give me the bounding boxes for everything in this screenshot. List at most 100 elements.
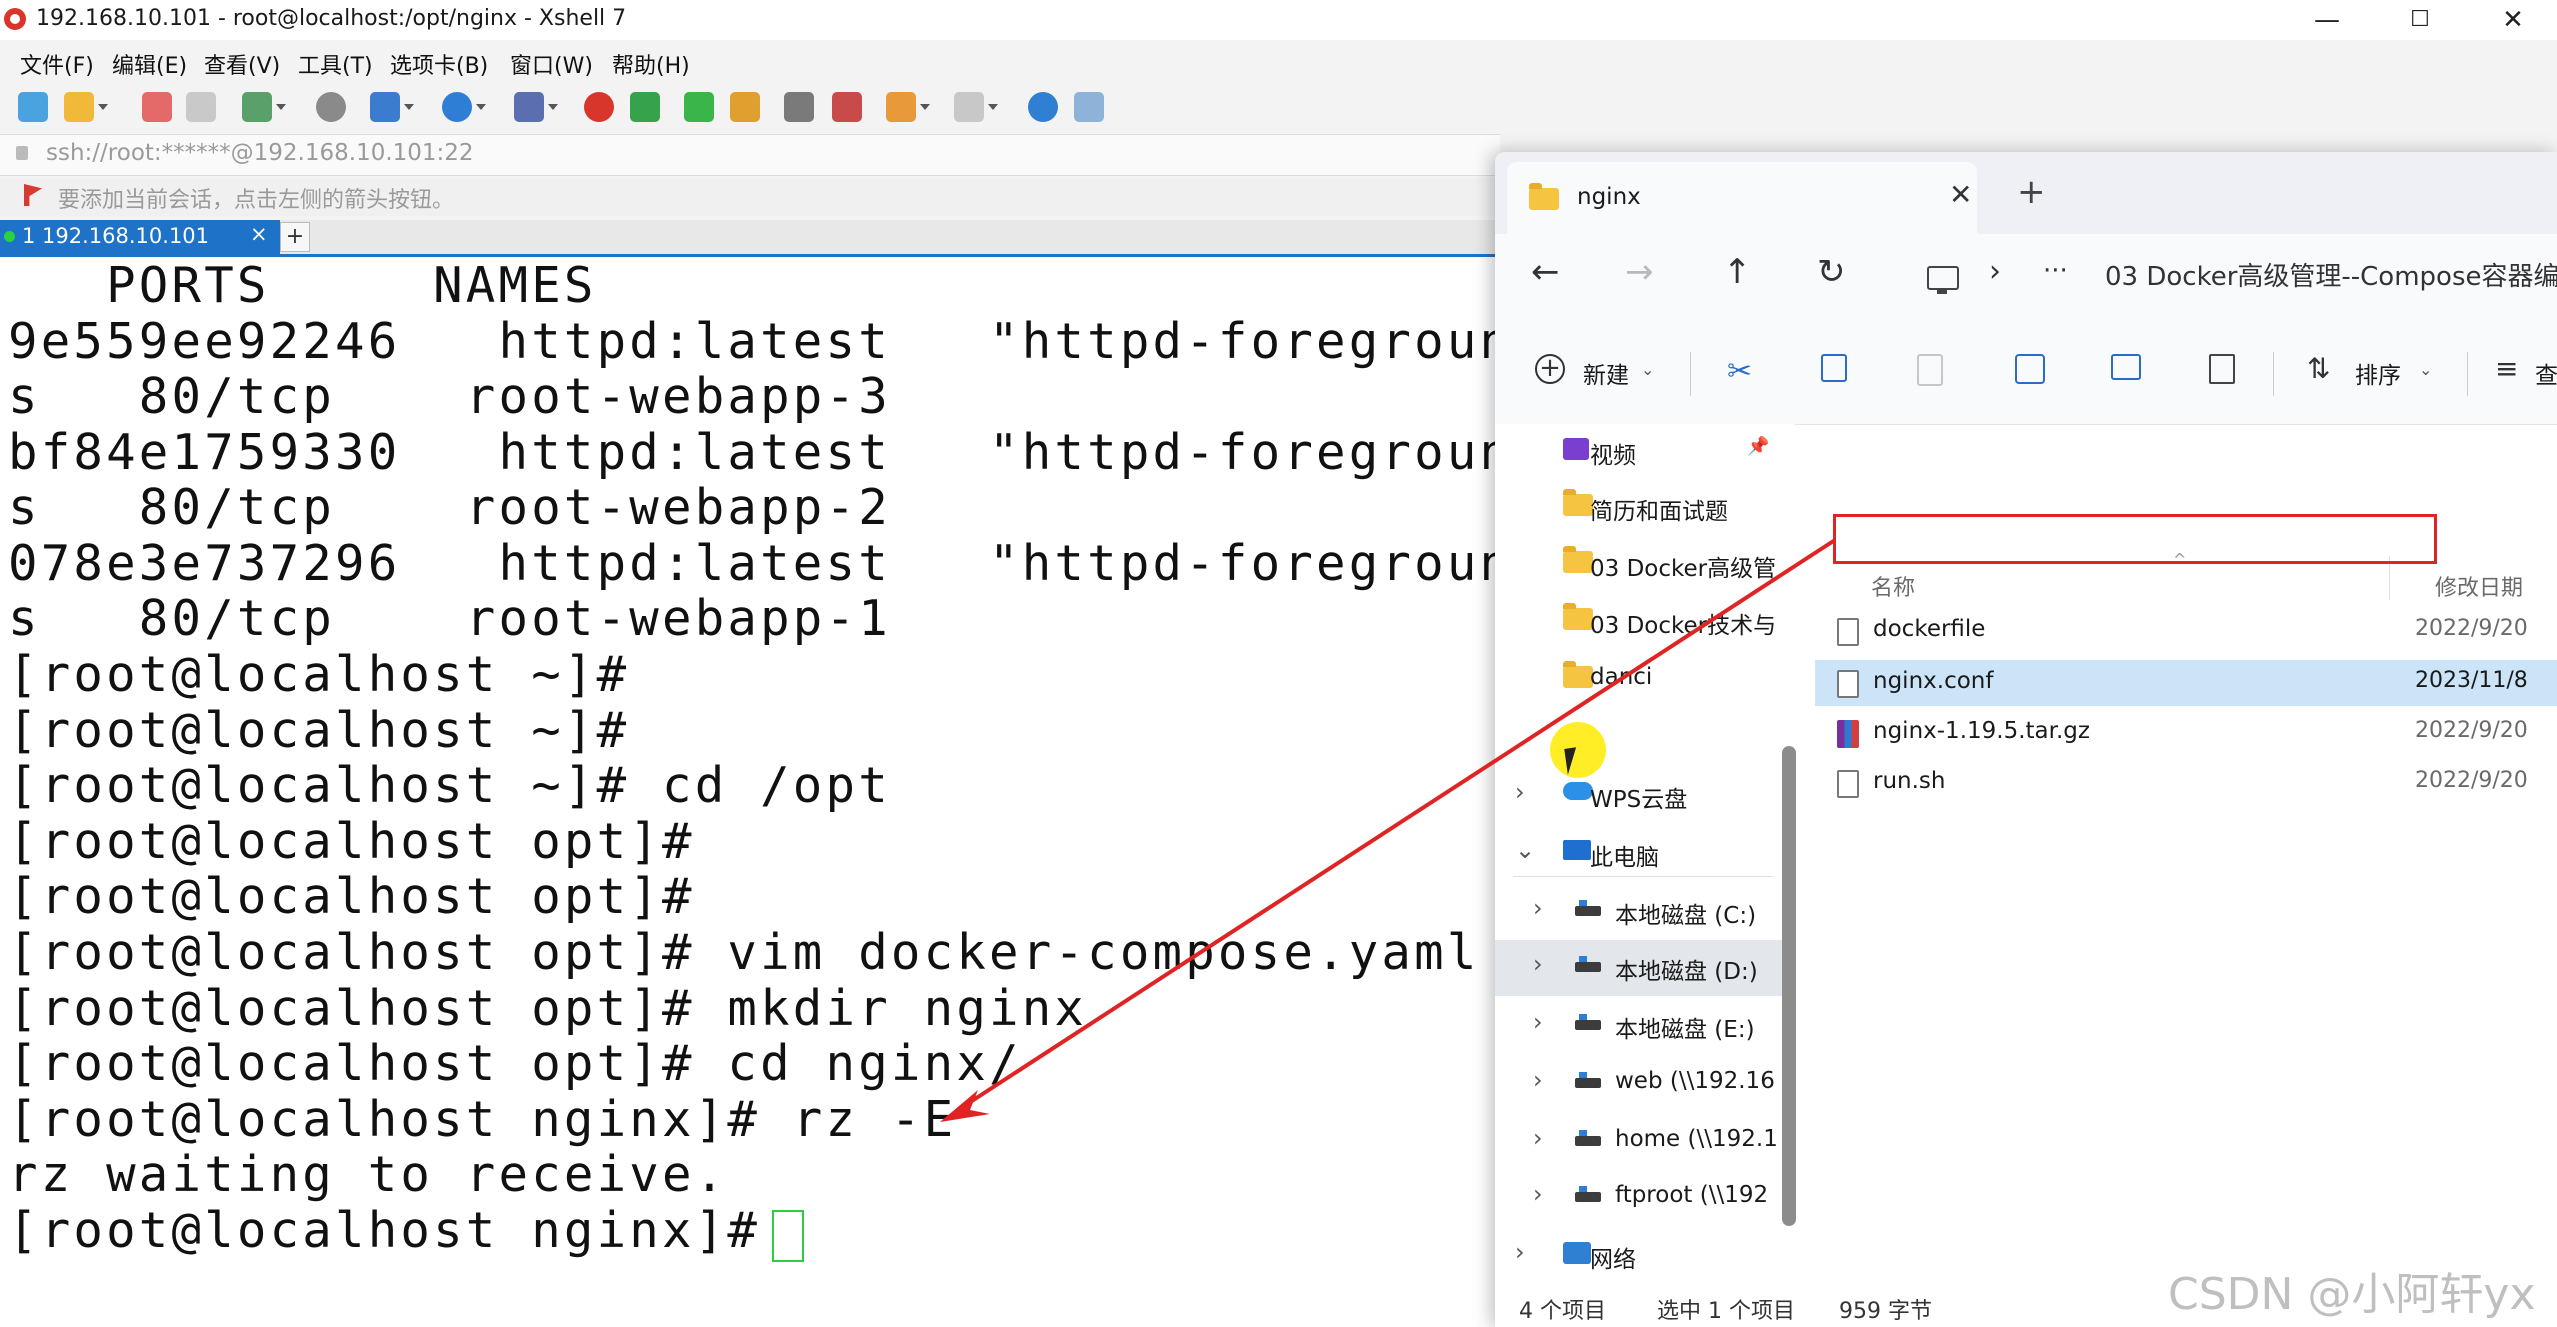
sort-button[interactable]: 排序 [2355, 356, 2401, 390]
keyboard-icon[interactable] [784, 92, 814, 122]
chevron-right-icon[interactable]: › [1533, 894, 1543, 922]
terminal-line: [root@localhost opt]# [8, 868, 695, 925]
title-bar: 192.168.10.101 - root@localhost:/opt/ngi… [0, 0, 2557, 40]
disconnect-icon[interactable] [186, 92, 216, 122]
menu-tools[interactable]: 工具(T) [298, 48, 373, 80]
file-row-selected[interactable]: nginx.conf 2023/11/8 [1815, 660, 2557, 706]
file-date: 2023/11/8 [2415, 668, 2528, 693]
nav-pane-scrollbar[interactable] [1782, 746, 1796, 1226]
menu-file[interactable]: 文件(F) [20, 48, 94, 80]
layout-icon[interactable] [954, 92, 998, 122]
watermark: CSDN @小阿轩yx [2168, 1269, 2536, 1320]
add-tab-icon[interactable] [886, 92, 930, 122]
search-icon[interactable] [316, 92, 346, 122]
lock-icon[interactable] [730, 92, 760, 122]
properties-icon[interactable] [242, 92, 286, 122]
fullscreen-icon[interactable] [684, 92, 714, 122]
nav-item-ftproot-share[interactable]: › ftproot (\\192 [1495, 1170, 1790, 1226]
paste-icon[interactable] [1917, 354, 1943, 386]
nav-item-drive-e[interactable]: › 本地磁盘 (E:) [1495, 998, 1790, 1054]
minimize-button[interactable]: — [2292, 0, 2362, 40]
view-icon[interactable]: ≡ [2495, 352, 2518, 385]
chevron-right-icon[interactable]: › [1533, 950, 1543, 978]
forward-button[interactable]: → [1625, 252, 1654, 292]
new-session-icon[interactable] [18, 92, 48, 122]
help-icon[interactable] [1028, 92, 1058, 122]
breadcrumb-chevron-icon[interactable]: › [1989, 254, 2001, 289]
chevron-down-icon[interactable]: ⌄ [1641, 360, 1654, 379]
menu-tabs[interactable]: 选项卡(B) [390, 48, 488, 80]
nav-item-network[interactable]: › 网络 [1495, 1228, 1790, 1284]
terminal[interactable]: PORTS NAMES 9e559ee92246 httpd:latest "h… [0, 257, 1500, 1327]
up-button[interactable]: ↑ [1723, 252, 1752, 292]
nav-item-folder[interactable]: 03 Docker高级管 [1495, 537, 1790, 593]
chevron-right-icon[interactable]: › [1533, 1066, 1543, 1094]
nav-item-label: 简历和面试题 [1590, 499, 1728, 525]
menu-help[interactable]: 帮助(H) [612, 48, 690, 80]
nav-item-folder[interactable]: 03 Docker技术与 [1495, 594, 1790, 650]
nav-item-folder[interactable]: danci [1495, 652, 1790, 708]
delete-icon[interactable] [2209, 354, 2235, 384]
cut-icon[interactable]: ✂ [1727, 354, 1763, 390]
close-tab-icon[interactable]: ✕ [1949, 178, 1972, 211]
nav-item-wps-cloud[interactable]: › WPS云盘 [1495, 768, 1790, 824]
nav-item-drive-d[interactable]: › 本地磁盘 (D:) [1495, 940, 1790, 996]
open-folder-icon[interactable] [64, 92, 108, 122]
session-tab-label: 1 192.168.10.101 [22, 224, 210, 248]
chevron-right-icon[interactable]: › [1533, 1008, 1543, 1036]
menu-view[interactable]: 查看(V) [204, 48, 280, 80]
chat-icon[interactable] [1074, 92, 1104, 122]
breadcrumb-path[interactable]: 03 Docker高级管理--Compose容器编 [2105, 256, 2557, 293]
file-row[interactable]: dockerfile 2022/9/20 [1815, 608, 2557, 654]
nav-item-drive-c[interactable]: › 本地磁盘 (C:) [1495, 884, 1790, 940]
chevron-down-icon[interactable]: ⌄ [2419, 360, 2432, 379]
column-header-name[interactable]: 名称 [1871, 570, 1915, 602]
rename-icon[interactable] [2015, 354, 2045, 384]
view-button[interactable]: 查 [2535, 356, 2557, 390]
nav-item-label: ftproot (\\192 [1615, 1182, 1769, 1208]
chevron-right-icon[interactable]: › [1533, 1180, 1543, 1208]
close-button[interactable]: ✕ [2478, 0, 2548, 40]
globe-icon[interactable] [442, 92, 486, 122]
share-icon[interactable] [2111, 354, 2141, 380]
font-icon[interactable] [514, 92, 558, 122]
reconnect-icon[interactable] [142, 92, 172, 122]
chevron-right-icon[interactable]: › [1515, 1238, 1525, 1266]
maximize-button[interactable]: ☐ [2385, 0, 2455, 40]
file-row[interactable]: nginx-1.19.5.tar.gz 2022/9/20 [1815, 710, 2557, 756]
new-icon[interactable]: + [1535, 354, 1565, 384]
file-row[interactable]: run.sh 2022/9/20 [1815, 760, 2557, 806]
this-pc-icon[interactable] [1927, 266, 1959, 294]
refresh-button[interactable]: ↻ [1817, 252, 1846, 292]
back-button[interactable]: ← [1531, 252, 1560, 292]
menu-window[interactable]: 窗口(W) [510, 48, 593, 80]
breadcrumb-more-button[interactable]: ··· [2043, 256, 2068, 286]
new-button[interactable]: 新建 [1583, 356, 1629, 390]
script-icon[interactable] [832, 92, 862, 122]
chevron-right-icon[interactable]: › [1515, 778, 1525, 806]
close-tab-icon[interactable]: × [250, 222, 268, 246]
file-explorer-window: nginx ✕ + ← → ↑ ↻ › ··· 03 Docker高级管理--C… [1495, 152, 2557, 1327]
chevron-right-icon[interactable]: › [1533, 1124, 1543, 1152]
column-header-date[interactable]: 修改日期 [2435, 570, 2523, 602]
copy-icon[interactable] [1821, 354, 1847, 382]
session-tab[interactable]: 1 192.168.10.101 × [0, 220, 280, 254]
menu-edit[interactable]: 编辑(E) [112, 48, 187, 80]
chevron-down-icon[interactable]: ⌄ [1515, 836, 1535, 864]
hint-bar: 要添加当前会话，点击左侧的箭头按钮。 [0, 178, 1500, 216]
add-tab-button[interactable]: + [280, 222, 310, 252]
xftp-icon[interactable] [584, 92, 614, 122]
nav-item-videos[interactable]: 视频 📌 [1495, 424, 1790, 480]
explorer-tab[interactable]: nginx ✕ [1507, 162, 1977, 234]
nav-item-home-share[interactable]: › home (\\192.1 [1495, 1114, 1790, 1170]
transfer-icon[interactable] [370, 92, 414, 122]
address-bar[interactable]: ssh://root:******@192.168.10.101:22 [0, 134, 1500, 176]
xagent-icon[interactable] [630, 92, 660, 122]
nav-item-web-share[interactable]: › web (\\192.16 [1495, 1056, 1790, 1112]
nav-item-label: 03 Docker高级管 [1590, 556, 1777, 582]
nav-item-this-pc[interactable]: ⌄ 此电脑 [1495, 826, 1790, 882]
new-tab-button[interactable]: + [2017, 172, 2046, 212]
sort-icon[interactable]: ⇅ [2307, 352, 2330, 385]
bookmark-flag-icon[interactable] [24, 184, 42, 206]
nav-item-folder[interactable]: 简历和面试题 [1495, 480, 1790, 536]
